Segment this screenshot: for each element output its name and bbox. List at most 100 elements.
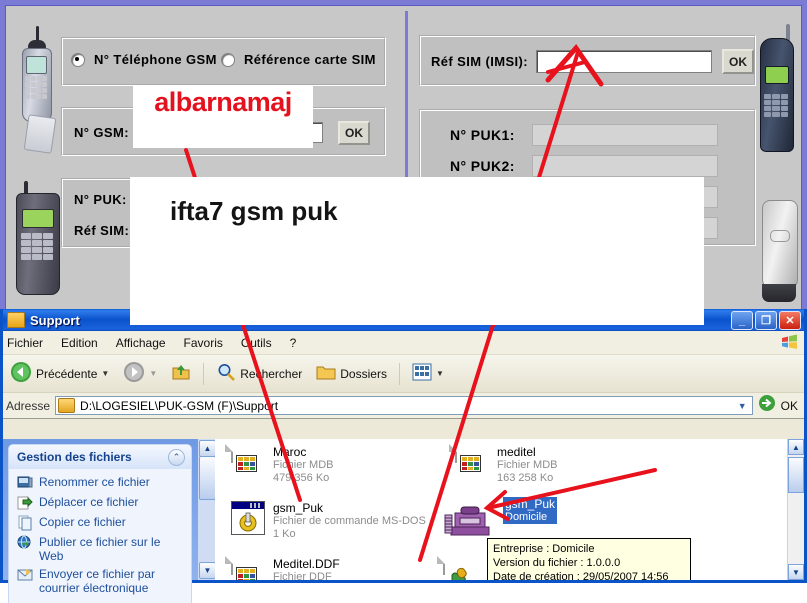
imsi-ok-button[interactable]: OK: [722, 49, 754, 74]
file-name: Maroc: [273, 445, 307, 459]
scroll-thumb[interactable]: [199, 456, 216, 500]
radio-gsm-indicator[interactable]: [71, 52, 85, 67]
menu-item-help[interactable]: ?: [290, 336, 297, 350]
file-size: 163 258 Ko: [497, 472, 554, 484]
explorer-toolbar: Précédente ▼ ▼ Rechercher Dossiers ▼: [3, 355, 804, 393]
move-icon: [17, 495, 33, 511]
sidebar-item-move[interactable]: Déplacer ce fichier: [9, 493, 191, 513]
minimize-button[interactable]: _: [731, 311, 753, 330]
explorer-title: Support: [30, 312, 80, 328]
file-tooltip: Entreprise : Domicile Version du fichier…: [487, 538, 691, 580]
menu-item-favoris[interactable]: Favoris: [184, 336, 223, 350]
list-item[interactable]: gsm_Puk Domicile: [443, 497, 658, 541]
annotation-box-red-text: albarnamaj: [133, 86, 313, 148]
file-list-view[interactable]: Maroc Fichier MDB 479 356 Ko meditel Fic…: [215, 439, 804, 580]
forward-dropdown-icon: ▼: [149, 369, 158, 378]
up-button[interactable]: [166, 360, 196, 387]
views-button[interactable]: ▼: [407, 361, 449, 386]
list-item[interactable]: Maroc Fichier MDB 479 356 Ko: [231, 444, 446, 485]
imsi-input[interactable]: [536, 50, 712, 73]
back-dropdown-icon[interactable]: ▼: [101, 369, 109, 378]
puzzle-file-icon: [443, 556, 477, 580]
annotation-black-text: ifta7 gsm puk: [170, 196, 338, 226]
folders-button[interactable]: Dossiers: [311, 361, 392, 386]
scroll-up-button[interactable]: ▲: [199, 440, 216, 457]
back-button[interactable]: Précédente ▼: [5, 359, 114, 388]
tooltip-line-company: Entreprise : Domicile: [493, 543, 595, 555]
chevron-up-icon[interactable]: ⌃: [168, 448, 185, 466]
sidebar-item-copy[interactable]: Copier ce fichier: [9, 513, 191, 533]
list-item[interactable]: gsm_Puk Fichier de commande MS-DOS 1 Ko: [231, 501, 446, 541]
file-name: gsm_Puk: [503, 497, 558, 511]
go-icon[interactable]: [758, 394, 776, 417]
address-ok-label[interactable]: OK: [781, 399, 801, 413]
filelist-scroll-up-button[interactable]: ▲: [788, 439, 804, 455]
menu-item-outils[interactable]: Outils: [241, 336, 272, 350]
scroll-down-button[interactable]: ▼: [199, 562, 216, 579]
file-list-scrollbar[interactable]: ▲ ▼: [787, 439, 804, 580]
publish-web-icon: [17, 535, 33, 551]
gsm-ok-button[interactable]: OK: [338, 121, 370, 145]
list-item[interactable]: meditel Fichier MDB 163 258 Ko: [455, 444, 670, 485]
explorer-body: Gestion des fichiers ⌃ Renommer ce fichi…: [3, 439, 804, 603]
address-path: D:\LOGESIEL\PUK-GSM (F)\Support: [80, 398, 279, 413]
sidebar-item-publish-web-label: Publier ce fichier sur le Web: [39, 535, 161, 563]
views-dropdown-icon[interactable]: ▼: [436, 369, 444, 378]
back-label: Précédente: [36, 366, 98, 381]
views-icon: [412, 363, 432, 384]
file-size: 479 356 Ko: [273, 472, 330, 484]
search-icon: [216, 362, 236, 385]
file-size: 1 Ko: [273, 528, 296, 540]
ddf-file-icon: [231, 556, 265, 580]
menu-item-edition[interactable]: Edition: [61, 336, 98, 350]
annotation-box-black-text: ifta7 gsm puk: [130, 177, 704, 325]
radio-sim-label: Référence carte SIM: [244, 52, 376, 67]
phone-illustration-silver: [758, 196, 802, 306]
radio-option-sim-reference[interactable]: Référence carte SIM: [221, 52, 376, 67]
explorer-address-bar: Adresse D:\LOGESIEL\PUK-GSM (F)\Support …: [3, 393, 804, 419]
search-button[interactable]: Rechercher: [211, 360, 307, 387]
menu-item-affichage[interactable]: Affichage: [116, 336, 166, 350]
puk2-field: [532, 155, 718, 177]
menu-item-fichier[interactable]: Fichier: [7, 336, 43, 350]
address-dropdown-icon[interactable]: ▼: [738, 401, 750, 411]
up-folder-icon: [171, 362, 191, 385]
phone-app-icon: [443, 497, 495, 541]
email-icon: [17, 567, 33, 583]
radio-option-gsm-number[interactable]: N° Téléphone GSM: [71, 52, 217, 67]
file-type: Fichier DDF: [273, 571, 332, 580]
address-label: Adresse: [6, 398, 51, 413]
sidebar-item-publish-web[interactable]: Publier ce fichier sur le Web: [9, 533, 191, 565]
close-button[interactable]: ✕: [779, 311, 801, 330]
file-type: Fichier de commande MS-DOS: [273, 515, 426, 527]
gsm-number-label: N° GSM:: [74, 125, 129, 140]
filelist-scroll-thumb[interactable]: [788, 457, 804, 493]
sidebar-item-move-label: Déplacer ce fichier: [39, 495, 139, 509]
sidebar-item-email-label: Envoyer ce fichier par courrier électron…: [39, 567, 156, 595]
file-type: Domicile: [503, 511, 558, 524]
puk1-field: [532, 124, 718, 146]
tooltip-line-created: Date de création : 29/05/2007 14:56: [493, 571, 669, 580]
file-tasks-panel: Gestion des fichiers ⌃ Renommer ce fichi…: [9, 445, 191, 603]
file-tasks-header[interactable]: Gestion des fichiers ⌃: [9, 445, 191, 469]
phone-illustration-flip: [14, 26, 60, 154]
phone-illustration-nokia: [756, 24, 800, 154]
tooltip-line-version: Version du fichier : 1.0.0.0: [493, 557, 621, 569]
explorer-task-sidebar: Gestion des fichiers ⌃ Renommer ce fichi…: [3, 439, 198, 603]
address-input[interactable]: D:\LOGESIEL\PUK-GSM (F)\Support ▼: [55, 396, 753, 415]
maximize-button[interactable]: ❐: [755, 311, 777, 330]
copy-icon: [17, 515, 33, 531]
filelist-scroll-down-button[interactable]: ▼: [788, 564, 804, 580]
forward-arrow-icon: [123, 361, 145, 386]
mdb-file-icon: [455, 444, 489, 485]
forward-button[interactable]: ▼: [118, 359, 162, 388]
radio-sim-indicator[interactable]: [221, 52, 235, 67]
file-type: Fichier MDB: [273, 459, 334, 471]
sidebar-item-email[interactable]: Envoyer ce fichier par courrier électron…: [9, 565, 191, 597]
file-name: meditel: [497, 445, 536, 459]
back-arrow-icon: [10, 361, 32, 386]
sidebar-scrollbar[interactable]: ▲ ▼: [198, 439, 216, 580]
list-item[interactable]: Meditel.DDF Fichier DDF 1 Ko: [231, 556, 446, 580]
sidebar-item-rename[interactable]: Renommer ce fichier: [9, 473, 191, 493]
file-tasks-title: Gestion des fichiers: [17, 450, 132, 464]
